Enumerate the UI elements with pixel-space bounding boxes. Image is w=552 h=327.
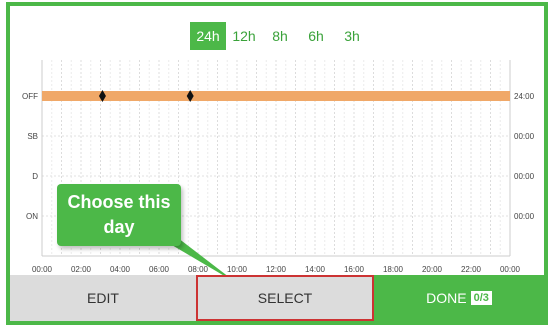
log-panel: 24h 12h 8h 6h 3h OFF 24:00 SB 00:00 D 00:00 ON… (6, 2, 548, 325)
callout-pointer (160, 238, 238, 284)
edit-button[interactable]: EDIT (10, 275, 196, 321)
choose-day-callout: Choose this day (57, 184, 181, 246)
done-count-badge: 0/3 (470, 291, 492, 305)
done-label: DONE (426, 290, 467, 306)
callout-line-2: day (103, 217, 135, 237)
done-button[interactable]: DONE 0/3 (374, 275, 544, 321)
select-button[interactable]: SELECT (196, 275, 374, 321)
bottom-action-bar: EDIT SELECT DONE 0/3 (10, 275, 544, 321)
callout-line-1: Choose this (67, 192, 171, 212)
